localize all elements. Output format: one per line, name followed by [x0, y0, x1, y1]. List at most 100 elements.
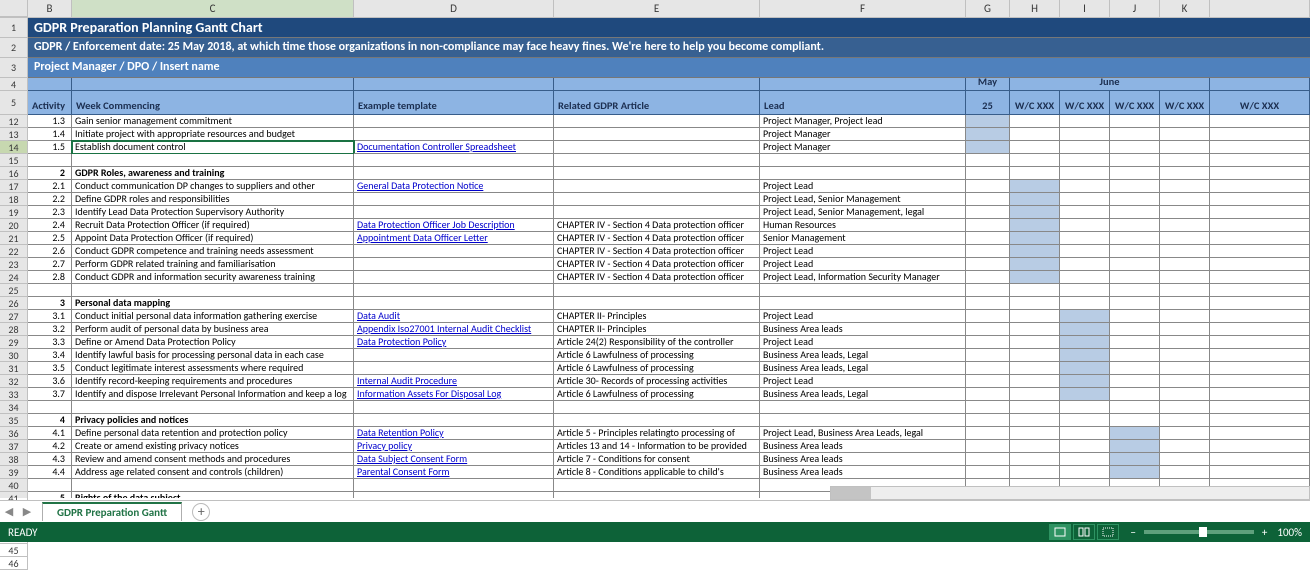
- row-header[interactable]: 21: [0, 232, 28, 245]
- cell[interactable]: Perform audit of personal data by busine…: [72, 323, 354, 336]
- cell[interactable]: Establish document control: [72, 141, 354, 154]
- gantt-cell[interactable]: [1110, 232, 1160, 245]
- cell[interactable]: Recruit Data Protection Officer (if requ…: [72, 219, 354, 232]
- gantt-cell[interactable]: [1110, 297, 1160, 310]
- gantt-cell[interactable]: [1160, 336, 1210, 349]
- gantt-cell[interactable]: [966, 466, 1010, 479]
- cell[interactable]: 2.1: [28, 180, 72, 193]
- gantt-cell[interactable]: [1060, 141, 1110, 154]
- cell[interactable]: Project Lead: [760, 258, 966, 271]
- cell[interactable]: Personal data mapping: [72, 297, 354, 310]
- gantt-cell[interactable]: [966, 206, 1010, 219]
- gantt-cell[interactable]: [1110, 271, 1160, 284]
- cell[interactable]: CHAPTER IV - Section 4 Data protection o…: [554, 232, 760, 245]
- cell[interactable]: CHAPTER II- Principles: [554, 323, 760, 336]
- gantt-cell[interactable]: [1160, 388, 1210, 401]
- gantt-cell[interactable]: [1060, 362, 1110, 375]
- gantt-cell[interactable]: [1160, 362, 1210, 375]
- cell[interactable]: Senior Management: [760, 232, 966, 245]
- cell[interactable]: [354, 193, 554, 206]
- gantt-cell[interactable]: [966, 245, 1010, 258]
- row-header[interactable]: 36: [0, 427, 28, 440]
- gantt-cell[interactable]: [1060, 336, 1110, 349]
- gantt-cell[interactable]: [1110, 336, 1160, 349]
- row-header[interactable]: 15: [0, 154, 28, 167]
- cell[interactable]: CHAPTER IV - Section 4 Data protection o…: [554, 245, 760, 258]
- cell[interactable]: 4.2: [28, 440, 72, 453]
- cell[interactable]: 2.2: [28, 193, 72, 206]
- cell[interactable]: Data Protection Officer Job Description: [354, 219, 554, 232]
- gantt-cell[interactable]: [1110, 167, 1160, 180]
- gantt-cell[interactable]: [966, 336, 1010, 349]
- gantt-cell[interactable]: [1160, 245, 1210, 258]
- cell[interactable]: CHAPTER II- Principles: [554, 310, 760, 323]
- row-header[interactable]: 13: [0, 128, 28, 141]
- gantt-cell[interactable]: [1160, 232, 1210, 245]
- gantt-cell[interactable]: [966, 258, 1010, 271]
- gantt-cell[interactable]: [1160, 466, 1210, 479]
- table-row[interactable]: 3.7Identify and dispose Irrelevant Perso…: [28, 388, 1310, 401]
- row-header[interactable]: 4: [0, 78, 28, 91]
- cell[interactable]: 1.5: [28, 141, 72, 154]
- gantt-cell[interactable]: [1110, 375, 1160, 388]
- gantt-cell[interactable]: [966, 167, 1010, 180]
- table-row[interactable]: 4.2Create or amend existing privacy noti…: [28, 440, 1310, 453]
- gantt-cell[interactable]: [1010, 466, 1060, 479]
- gantt-cell[interactable]: [1010, 115, 1060, 128]
- row-header[interactable]: 25: [0, 284, 28, 297]
- gantt-cell[interactable]: [966, 349, 1010, 362]
- tab-next-icon[interactable]: ▶: [20, 503, 34, 521]
- zoom-thumb[interactable]: [1199, 527, 1207, 537]
- gantt-cell[interactable]: [1160, 453, 1210, 466]
- cell[interactable]: Article 30- Records of processing activi…: [554, 375, 760, 388]
- row-header[interactable]: 30: [0, 349, 28, 362]
- table-row[interactable]: 3.3Define or Amend Data Protection Polic…: [28, 336, 1310, 349]
- cell[interactable]: Identify record-keeping requirements and…: [72, 375, 354, 388]
- table-row[interactable]: 2.7Perform GDPR related training and fam…: [28, 258, 1310, 271]
- table-row[interactable]: 4.4Address age related consent and contr…: [28, 466, 1310, 479]
- gantt-cell[interactable]: [966, 375, 1010, 388]
- zoom-slider[interactable]: [1144, 530, 1254, 534]
- cell[interactable]: [554, 414, 760, 427]
- cell[interactable]: Project Lead, Information Security Manag…: [760, 271, 966, 284]
- column-headers[interactable]: B C D E F G H I J K: [0, 0, 1310, 18]
- cell[interactable]: Business Area leads, Legal: [760, 388, 966, 401]
- table-row[interactable]: 2.8Conduct GDPR and information security…: [28, 271, 1310, 284]
- cell[interactable]: Article 24(2) Responsibility of the cont…: [554, 336, 760, 349]
- col-header[interactable]: E: [554, 0, 760, 17]
- row-header[interactable]: 29: [0, 336, 28, 349]
- table-row[interactable]: [28, 401, 1310, 414]
- gantt-cell[interactable]: [1160, 180, 1210, 193]
- cell[interactable]: Human Resources: [760, 219, 966, 232]
- table-row[interactable]: 1.4Initiate project with appropriate res…: [28, 128, 1310, 141]
- cell[interactable]: Business Area leads: [760, 466, 966, 479]
- cell[interactable]: [554, 128, 760, 141]
- table-row[interactable]: 2.5Appoint Data Protection Officer (if r…: [28, 232, 1310, 245]
- gantt-cell[interactable]: [1110, 427, 1160, 440]
- cell[interactable]: Project Manager: [760, 141, 966, 154]
- cell[interactable]: Define GDPR roles and responsibilities: [72, 193, 354, 206]
- gantt-cell[interactable]: [1110, 206, 1160, 219]
- cell[interactable]: 4: [28, 414, 72, 427]
- gantt-cell[interactable]: [1160, 258, 1210, 271]
- row-header[interactable]: 38: [0, 453, 28, 466]
- cell[interactable]: Information Assets For Disposal Log: [354, 388, 554, 401]
- row-header[interactable]: 17: [0, 180, 28, 193]
- cell[interactable]: [354, 297, 554, 310]
- table-row[interactable]: 3.5Conduct legitimate interest assessmen…: [28, 362, 1310, 375]
- cell[interactable]: Identify lawful basis for processing per…: [72, 349, 354, 362]
- cell[interactable]: [354, 492, 554, 498]
- gantt-cell[interactable]: [1160, 206, 1210, 219]
- gantt-cell[interactable]: [1160, 271, 1210, 284]
- cell[interactable]: Article 6 Lawfulness of processing: [554, 388, 760, 401]
- cell[interactable]: 2.7: [28, 258, 72, 271]
- table-row[interactable]: 3.1Conduct initial personal data informa…: [28, 310, 1310, 323]
- cell[interactable]: 1.3: [28, 115, 72, 128]
- gantt-cell[interactable]: [1060, 323, 1110, 336]
- cell[interactable]: Rights of the data subject: [72, 492, 354, 498]
- gantt-cell[interactable]: [1060, 375, 1110, 388]
- cell[interactable]: Documentation Controller Spreadsheet: [354, 141, 554, 154]
- cell[interactable]: Define personal data retention and prote…: [72, 427, 354, 440]
- row-header[interactable]: 18: [0, 193, 28, 206]
- gantt-cell[interactable]: [1010, 232, 1060, 245]
